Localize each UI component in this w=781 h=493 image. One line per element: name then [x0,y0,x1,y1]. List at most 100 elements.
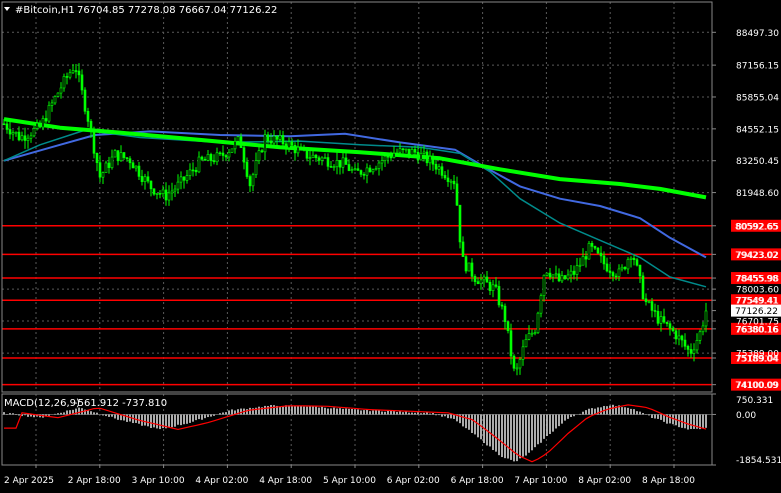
candle-body [146,176,150,182]
chart-symbol: #Bitcoin,H1 [15,5,75,16]
candle-body [14,131,18,134]
candle-body [299,146,303,149]
candle-body [626,259,630,270]
candle-body [680,335,684,341]
candle-body [548,272,552,278]
candle-body [200,156,204,160]
candle-body [278,135,282,140]
trading-chart[interactable]: 80592.65 79423.02 78455.98 77549.41 76380.16… [0,0,781,489]
candle-body [140,176,144,182]
candle-body [338,160,342,168]
candle-body [485,276,489,283]
price-tick-label: 85855.04 [736,93,779,103]
candle-body [344,157,348,165]
candle-body [593,246,597,249]
candle-body [386,155,390,158]
candle-body [170,190,174,194]
candle-body [392,152,396,158]
candle-body [104,162,108,173]
candle-body [239,136,243,149]
candle-body [194,170,198,173]
candle-body [500,304,504,307]
candle-body [23,135,27,141]
candle-body [95,152,99,163]
candle-body [77,70,81,76]
candle-body [452,180,456,185]
candle-body [56,92,60,97]
chart-canvas[interactable]: 80592.6579423.0278455.9877549.4176380.16… [0,0,781,489]
candle-body [122,152,126,158]
candle-body [356,168,360,171]
candle-body [248,176,252,187]
candle-body [686,345,690,350]
candle-body [542,274,546,297]
candle-body [59,87,63,94]
candle-body [464,256,468,272]
candle-body [74,70,78,72]
candle-body [203,158,207,161]
price-tick-label: 81948.60 [736,189,779,199]
candle-body [128,158,132,164]
candle-body [461,241,465,257]
candle-body [11,132,15,135]
horizontal-levels[interactable]: 80592.6579423.0278455.9877549.4176380.16… [2,219,781,391]
candle-body [413,149,417,153]
candle-body [269,140,273,144]
candle-body [179,176,183,183]
candle-body [68,72,72,78]
candle-body [668,323,672,329]
chart-menu-icon[interactable] [4,7,10,11]
candle-body [524,339,528,348]
candle-body [158,193,162,195]
chart-ohlc: 76704.85 77278.08 76667.04 77126.22 [77,5,277,16]
candle-body [50,102,54,106]
candle-body [71,70,75,74]
candle-body [125,157,129,159]
candle-body [644,298,648,303]
candle-body [347,164,351,171]
candle-body [554,273,558,276]
price-tick-label: 78003.60 [736,286,779,296]
candle-body [572,270,576,275]
candle-body [674,330,678,340]
candle-body [362,174,366,176]
candle-body [197,156,201,173]
candle-body [488,281,492,291]
candle-body [512,355,516,369]
candle-body [8,129,12,135]
candle-body [659,316,663,324]
candle-body [182,176,186,181]
candle-body [575,265,579,275]
candle-body [317,157,321,161]
candle-body [473,276,477,282]
candle-body [446,177,450,182]
candle-body [503,305,507,322]
candle-body [311,154,315,159]
candle-body [236,136,240,142]
candle-body [26,137,30,141]
candle-body [332,166,336,169]
candle-body [44,118,48,122]
time-label: 2 Apr 2025 [4,476,54,486]
candle-body [578,264,582,267]
candle-body [656,310,660,324]
price-tick-label: 78455.98 [736,275,779,285]
macd-name: MACD(12,26,9) [4,398,80,409]
candle-body [533,332,537,334]
candle-body [113,150,117,158]
candle-body [629,257,633,260]
candle-body [164,189,168,201]
candle-body [263,134,267,153]
candle-body [335,160,339,168]
time-label: 8 Apr 02:00 [578,476,631,486]
candle-body [17,131,21,141]
candle-body [371,169,375,173]
candle-body [242,147,246,163]
candle-body [527,333,531,340]
candle-body [701,325,705,333]
candle-body [443,175,447,179]
candle-body [647,301,651,303]
time-label: 3 Apr 10:00 [132,476,185,486]
candle-body [632,257,636,261]
candle-body [32,128,36,137]
